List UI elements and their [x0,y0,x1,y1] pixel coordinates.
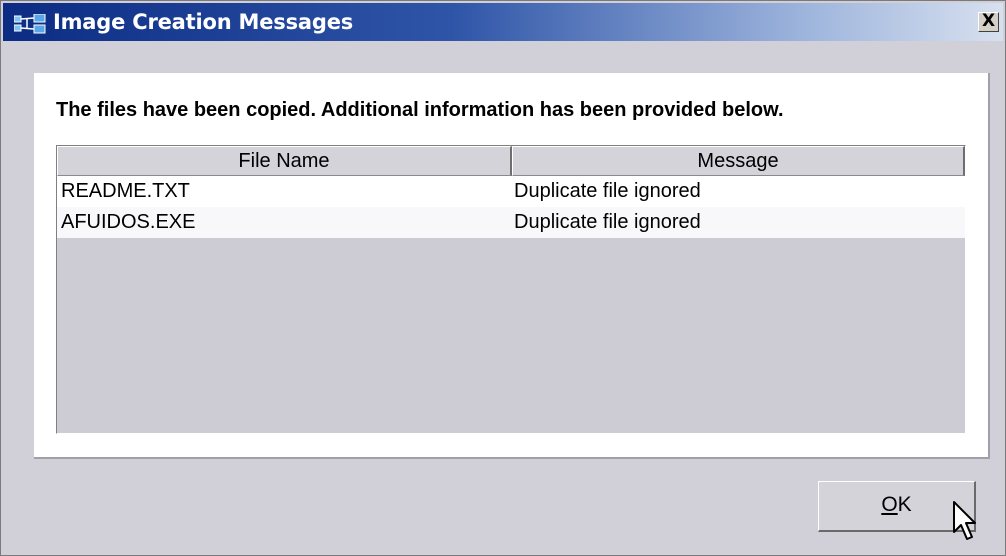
window-title: Image Creation Messages [53,10,354,34]
cell-file-name: README.TXT [61,180,190,202]
messages-table[interactable]: File Name Message README.TXT Duplicate f… [56,145,966,434]
arrow-cursor-icon [953,501,976,540]
network-icon [14,14,46,34]
table-row[interactable]: README.TXT Duplicate file ignored [57,176,965,207]
cell-message: Duplicate file ignored [514,180,701,202]
title-bar[interactable]: Image Creation Messages X [3,3,1003,41]
column-header-file-name[interactable]: File Name [57,146,512,176]
cell-file-name: AFUIDOS.EXE [61,211,196,233]
column-header-message[interactable]: Message [512,146,965,176]
info-message: The files have been copied. Additional i… [56,99,784,121]
message-panel: The files have been copied. Additional i… [34,73,990,459]
dialog-window: Image Creation Messages X The files have… [0,0,1006,556]
close-button[interactable]: X [978,12,999,32]
ok-mnemonic: O [881,493,898,516]
table-row[interactable]: AFUIDOS.EXE Duplicate file ignored [57,207,965,238]
cell-message: Duplicate file ignored [514,211,701,233]
close-icon: X [981,11,996,31]
ok-label-rest: K [897,493,912,516]
